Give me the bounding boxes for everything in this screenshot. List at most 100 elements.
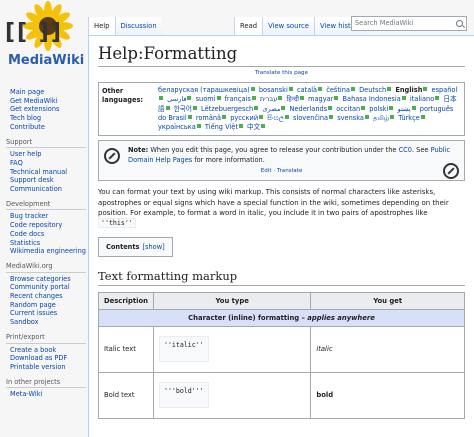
mediawiki-logo[interactable]: [[ ]] MediaWiki [0, 0, 90, 80]
sidebar-link[interactable]: Communication [6, 185, 86, 194]
row-you-get: italic [310, 325, 465, 373]
language-link[interactable]: svenska [337, 114, 364, 122]
language-link[interactable]: italiano [410, 95, 434, 103]
sidebar-heading: Support [6, 138, 86, 149]
sidebar-heading: MediaWiki.org [6, 262, 86, 273]
sidebar-section: Development Bug tracker Code repository Cod… [6, 200, 86, 256]
search-input[interactable]: Search MediaWiki [351, 16, 467, 31]
sidebar-link[interactable]: Tech blog [6, 114, 86, 123]
language-link[interactable]: català [297, 86, 317, 94]
sidebar-link[interactable]: Community portal [6, 283, 86, 292]
namespace-tabs: Help Discussion [88, 17, 162, 35]
language-link[interactable]: magyar [308, 95, 333, 103]
language-link[interactable]: русский [230, 114, 258, 122]
toc-show-link[interactable]: [show] [142, 243, 164, 251]
language-link[interactable]: 한국어 [174, 105, 192, 113]
license-note-text: Note: When you edit this page, you agree… [128, 146, 459, 165]
language-link[interactable]: مصرى [262, 105, 280, 113]
sidebar-link[interactable]: Get MediaWiki [6, 97, 86, 106]
language-link[interactable]: 中文 [247, 123, 260, 131]
edit-link[interactable]: Edit [261, 168, 272, 174]
tab-discussion[interactable]: Discussion [114, 17, 162, 35]
tab-read[interactable]: Read [234, 17, 263, 35]
translate-page-link[interactable]: Translate this page [255, 70, 308, 76]
sidebar-link[interactable]: Recent changes [6, 292, 86, 301]
translation-status-icon [261, 124, 266, 129]
language-link[interactable]: සිංහල [267, 114, 284, 122]
language-link[interactable]: עברית [260, 95, 277, 103]
sidebar-link[interactable]: Printable version [6, 363, 86, 372]
logo-wordmark: MediaWiki [8, 53, 85, 68]
translation-status-icon [187, 96, 192, 101]
sidebar-link[interactable]: Main page [6, 88, 86, 97]
sidebar-link[interactable]: FAQ [6, 159, 86, 168]
sidebar-link[interactable]: Statistics [6, 239, 86, 248]
language-link[interactable]: українська [158, 123, 196, 131]
column-header: You type [152, 291, 312, 310]
translation-status-icon [281, 105, 286, 110]
translation-status-icon [222, 114, 227, 119]
translation-status-icon [187, 114, 192, 119]
sidebar-link[interactable]: Current issues [6, 309, 86, 318]
translation-status-icon [288, 87, 293, 91]
sidebar-link[interactable]: Download as PDF [6, 354, 86, 363]
translation-status-icon [435, 96, 440, 101]
sidebar-link[interactable]: Sandbox [6, 318, 86, 327]
translation-status-icon [216, 96, 221, 101]
language-link[interactable]: Türkçe [398, 114, 420, 122]
sidebar-link[interactable]: Support desk [6, 176, 86, 185]
translation-status-icon [238, 124, 243, 129]
language-link[interactable]: română [196, 114, 221, 122]
language-link[interactable]: suomi [196, 95, 216, 103]
sidebar-link[interactable]: Wikimedia engineering [6, 247, 86, 256]
language-link[interactable]: தமிழ் [373, 114, 389, 122]
sidebar-link[interactable]: Code docs [6, 230, 86, 239]
translate-link[interactable]: Translate [277, 168, 302, 174]
language-link[interactable]: polski [369, 105, 388, 113]
language-link[interactable]: occitan [336, 105, 360, 113]
sidebar-link[interactable]: Code repository [6, 221, 86, 230]
translation-status-icon [159, 96, 163, 101]
table-subheader: Character (inline) formatting – applies … [98, 308, 465, 327]
sidebar-link[interactable]: Random page [6, 301, 86, 310]
sidebar-link[interactable]: Create a book [6, 346, 86, 355]
translation-status-icon [350, 87, 355, 91]
note-text-2: . See [411, 146, 431, 155]
tab-view-source[interactable]: View source [262, 17, 314, 35]
tab-help[interactable]: Help [88, 17, 115, 35]
translation-status-icon [318, 87, 323, 91]
sidebar-heading: In other projects [6, 378, 86, 389]
sidebar-link[interactable]: Get extensions [6, 105, 86, 114]
language-link[interactable]: Tiếng Việt [205, 123, 238, 131]
language-link[interactable]: čeština [326, 86, 350, 94]
language-link[interactable]: français [225, 95, 251, 103]
language-link[interactable]: slovenčina [293, 114, 328, 122]
language-link[interactable]: Bahasa Indonesia [343, 95, 401, 103]
sidebar-link[interactable]: User help [6, 150, 86, 159]
translation-status-icon [328, 105, 333, 110]
column-header: You get [310, 291, 465, 310]
language-link[interactable]: bosanski [259, 86, 288, 94]
note-text-1: When you edit this page, you agree to re… [148, 146, 399, 155]
sidebar-link[interactable]: Contribute [6, 123, 86, 132]
sidebar-link[interactable]: Browse categories [6, 275, 86, 284]
language-link[interactable]: Lëtzebuergesch [201, 105, 253, 113]
italic-result: italic [316, 345, 333, 354]
translation-status-icon [387, 87, 392, 91]
sidebar-link[interactable]: Bug tracker [6, 212, 86, 221]
language-link[interactable]: español [432, 86, 458, 94]
translation-status-icon [420, 114, 425, 119]
language-link[interactable]: Nederlands [290, 105, 328, 113]
public-domain-icon [104, 148, 120, 165]
sidebar-link[interactable]: Technical manual [6, 168, 86, 177]
translation-status-icon [423, 87, 428, 91]
cc0-link[interactable]: CC0 [399, 146, 412, 154]
search-icon[interactable] [456, 20, 463, 27]
language-link[interactable]: Deutsch [359, 86, 386, 94]
language-link[interactable]: हिन्दी [287, 95, 299, 103]
language-link[interactable]: پښتو [398, 105, 411, 113]
language-link[interactable]: беларуская (тарашкевіца) [158, 86, 250, 94]
sidebar-link[interactable]: Meta-Wiki [6, 390, 86, 399]
note-text-3: for more information. [192, 155, 265, 164]
language-link[interactable]: فارسی [167, 95, 186, 103]
